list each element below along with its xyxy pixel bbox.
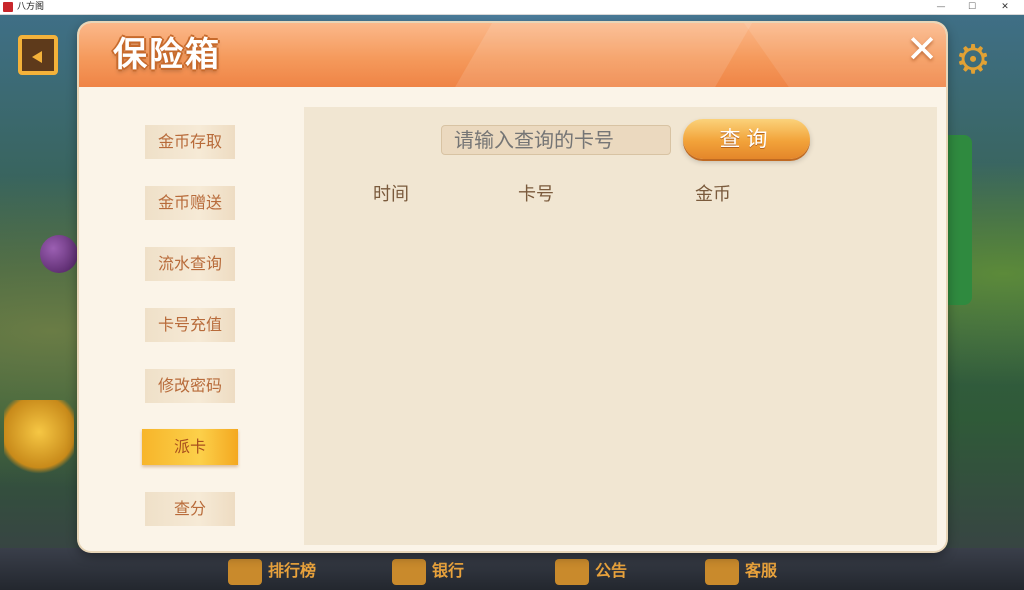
search-button[interactable]: 查询 xyxy=(683,119,810,159)
close-button[interactable]: ✕ xyxy=(902,29,942,69)
exit-icon[interactable] xyxy=(18,35,58,75)
header-decoration xyxy=(434,23,764,87)
nav-ranking-label: 排行榜 xyxy=(268,561,317,580)
content-panel: 查询 时间 卡号 金币 xyxy=(304,107,937,545)
nav-bank[interactable]: 银行 xyxy=(392,556,464,586)
trophy-decoration xyxy=(4,400,74,480)
tab-transaction-query[interactable]: 流水查询 xyxy=(145,247,235,281)
maximize-button[interactable]: ☐ xyxy=(957,0,987,14)
column-header-coins: 金币 xyxy=(695,184,731,205)
nav-notice[interactable]: 公告 xyxy=(555,556,627,586)
dialog-title: 保险箱 xyxy=(113,35,221,75)
side-panel-edge xyxy=(946,135,972,305)
support-icon xyxy=(705,558,739,585)
column-header-time: 时间 xyxy=(373,184,409,205)
tab-card-recharge[interactable]: 卡号充值 xyxy=(145,308,235,342)
column-header-card-number: 卡号 xyxy=(518,184,554,205)
nav-ranking[interactable]: 排行榜 xyxy=(228,556,316,586)
safebox-dialog: 保险箱 ✕ 金币存取 金币赠送 流水查询 卡号充值 修改密码 派卡 查分 查询 … xyxy=(79,23,946,551)
gear-icon[interactable]: ⚙ xyxy=(953,40,993,80)
nav-notice-label: 公告 xyxy=(595,561,628,580)
nav-bank-label: 银行 xyxy=(432,561,465,580)
dialog-header: 保险箱 ✕ xyxy=(79,23,946,87)
tab-coin-gift[interactable]: 金币赠送 xyxy=(145,186,235,220)
minimize-button[interactable]: — xyxy=(926,0,956,14)
bottom-nav-bar xyxy=(0,548,1024,590)
window-title: 八方阁 xyxy=(17,2,45,12)
tab-change-password[interactable]: 修改密码 xyxy=(145,369,235,403)
tab-issue-card[interactable]: 派卡 xyxy=(142,429,238,465)
decor-ball xyxy=(40,235,78,273)
window-close-button[interactable]: ✕ xyxy=(990,0,1020,14)
tab-coin-deposit[interactable]: 金币存取 xyxy=(145,125,235,159)
window-titlebar: 八方阁 — ☐ ✕ xyxy=(0,0,1024,15)
bank-icon xyxy=(392,558,426,585)
nav-support-label: 客服 xyxy=(745,561,778,580)
nav-support[interactable]: 客服 xyxy=(705,556,777,586)
megaphone-icon xyxy=(555,558,589,585)
tab-check-score[interactable]: 查分 xyxy=(145,492,235,526)
trophy-icon xyxy=(228,558,262,585)
card-number-search-input[interactable] xyxy=(441,125,671,155)
app-icon xyxy=(3,2,13,12)
